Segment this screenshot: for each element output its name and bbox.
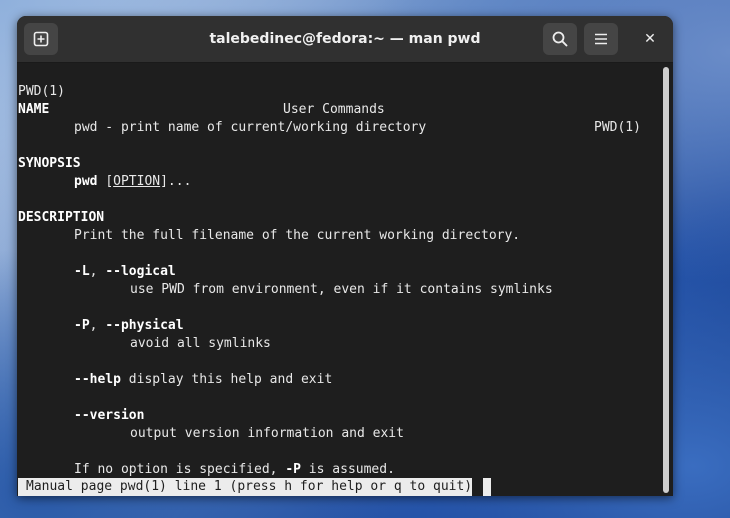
option-physical-short: -P — [74, 318, 90, 333]
option-physical-description: avoid all symlinks — [130, 336, 271, 351]
window-title: talebedinec@fedora:~ — man pwd — [209, 31, 481, 47]
description-section-heading: DESCRIPTION — [18, 210, 105, 225]
option-help-description: display this help and exit — [120, 372, 333, 387]
option-logical-description: use PWD from environment, even if it con… — [130, 282, 553, 297]
synopsis-section-heading: SYNOPSIS — [18, 156, 81, 171]
hamburger-menu-icon — [595, 33, 607, 45]
option-logical-short: -L — [74, 264, 90, 279]
option-help: --help display this help and exit — [74, 371, 332, 389]
synopsis-bracket-open: [ — [105, 174, 114, 189]
terminal-cursor — [483, 478, 491, 496]
option-version-description: output version information and exit — [130, 426, 404, 441]
man-header-right: PWD(1) — [594, 120, 641, 135]
close-button[interactable]: ✕ — [636, 25, 664, 53]
description-text: Print the full filename of the current w… — [74, 228, 521, 243]
default-option-note: If no option is specified, -P is assumed… — [74, 461, 395, 479]
main-menu-button[interactable] — [584, 23, 618, 55]
option-help-flag: --help — [74, 372, 121, 387]
synopsis-command: pwd — [74, 174, 98, 189]
synopsis-line: pwd [OPTION]... — [74, 173, 191, 191]
title-bar: talebedinec@fedora:~ — man pwd ✕ — [17, 16, 673, 63]
terminal-view[interactable]: PWD(1) User Commands PWD(1) NAME pwd - p… — [17, 63, 673, 496]
option-logical-long: --logical — [105, 264, 176, 279]
new-tab-button[interactable] — [24, 23, 58, 55]
default-note-prefix: If no option is specified, — [74, 462, 286, 477]
option-version-flag: --version — [74, 408, 145, 423]
option-physical-long: --physical — [105, 318, 184, 333]
default-note-suffix: is assumed. — [300, 462, 395, 477]
search-button[interactable] — [543, 23, 577, 55]
name-section-heading: NAME — [18, 102, 50, 117]
synopsis-bracket-close: ]... — [160, 174, 192, 189]
terminal-window: talebedinec@fedora:~ — man pwd ✕ PWD(1) … — [17, 16, 673, 496]
default-note-flag: -P — [285, 462, 301, 477]
new-tab-icon — [33, 31, 49, 47]
option-logical-sep: , — [89, 264, 106, 279]
search-icon — [552, 31, 568, 47]
synopsis-option: OPTION — [113, 174, 161, 189]
option-physical-sep: , — [89, 318, 106, 333]
man-header-left: PWD(1) — [18, 84, 65, 99]
name-section-text: pwd - print name of current/working dire… — [74, 120, 427, 135]
man-header-center: User Commands — [283, 102, 385, 117]
man-header-line: PWD(1) User Commands PWD(1) — [18, 65, 642, 135]
scrollbar[interactable] — [663, 67, 669, 493]
close-icon: ✕ — [644, 31, 656, 47]
option-physical: -P, --physical — [74, 317, 184, 335]
option-logical: -L, --logical — [74, 263, 176, 281]
pager-status-line: Manual page pwd(1) line 1 (press h for h… — [18, 478, 473, 496]
